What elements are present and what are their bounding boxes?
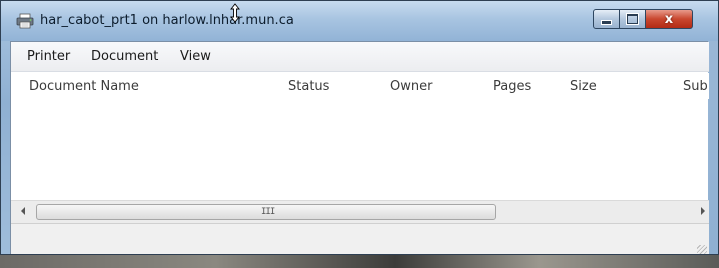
window-border-right — [708, 41, 718, 254]
horizontal-scrollbar[interactable]: III — [11, 200, 709, 223]
window-client-area: Printer Document View Document Name Stat… — [10, 41, 709, 254]
close-icon: x — [664, 11, 674, 27]
printer-icon — [16, 13, 34, 29]
scrollbar-thumb[interactable]: III — [36, 204, 496, 220]
print-queue-window: har_cabot_prt1 on harlow.lnhar.mun.ca x … — [0, 0, 719, 255]
scroll-right-icon[interactable] — [701, 207, 705, 215]
minimize-icon — [602, 20, 611, 24]
column-submitted[interactable]: Sub — [683, 79, 708, 94]
column-size[interactable]: Size — [570, 79, 597, 94]
status-bar — [11, 223, 709, 254]
menu-view[interactable]: View — [180, 49, 211, 64]
window-title: har_cabot_prt1 on harlow.lnhar.mun.ca — [40, 13, 294, 28]
scroll-left-icon[interactable] — [21, 207, 25, 215]
column-status[interactable]: Status — [288, 79, 329, 94]
menu-printer[interactable]: Printer — [27, 49, 70, 64]
scrollbar-grip: III — [261, 207, 275, 217]
menu-document[interactable]: Document — [91, 49, 158, 64]
maximize-button[interactable] — [619, 9, 646, 29]
column-header-row: Document Name Status Owner Pages Size Su… — [11, 73, 709, 99]
column-owner[interactable]: Owner — [390, 79, 432, 94]
close-button[interactable]: x — [645, 9, 693, 29]
column-pages[interactable]: Pages — [493, 79, 531, 94]
resize-cursor-icon — [229, 3, 241, 23]
title-bar[interactable]: har_cabot_prt1 on harlow.lnhar.mun.ca x — [1, 1, 718, 41]
menu-bar: Printer Document View — [11, 42, 709, 72]
column-document-name[interactable]: Document Name — [29, 79, 139, 94]
maximize-icon — [627, 14, 638, 24]
minimize-button[interactable] — [593, 9, 620, 29]
resize-grip-icon[interactable] — [697, 245, 707, 254]
